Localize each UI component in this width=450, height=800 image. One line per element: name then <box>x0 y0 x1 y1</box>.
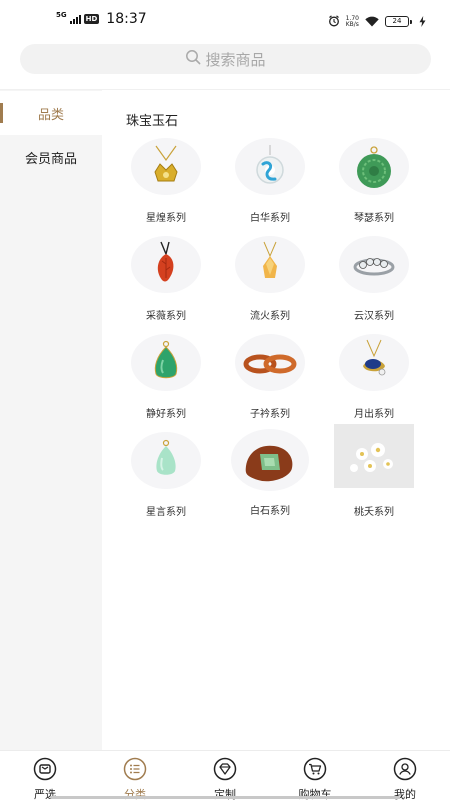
nav-category[interactable]: 分类 <box>100 756 170 800</box>
citrine-pendant-icon <box>235 236 305 293</box>
product-item[interactable]: 白石系列 <box>218 429 322 530</box>
product-label: 琴瑟系列 <box>354 213 394 224</box>
silver-gem-ring-icon <box>339 236 409 293</box>
product-item[interactable]: 桃夭系列 <box>322 424 426 530</box>
search-placeholder: 搜索商品 <box>205 50 266 69</box>
category-sidebar: 品类 会员商品 <box>0 90 102 750</box>
nav-custom[interactable]: 定制 <box>190 756 260 800</box>
sidebar-item-label: 会员商品 <box>24 151 77 167</box>
product-item[interactable]: 星煌系列 <box>114 138 218 236</box>
section-title: 珠宝玉石 <box>126 114 179 129</box>
status-bar: 5G HD 18:37 1.70 KB/s 24 <box>0 0 450 38</box>
sapphire-pendant-icon <box>339 334 409 391</box>
product-label: 桃夭系列 <box>354 507 394 518</box>
bottom-nav: 严选 分类 定制 购物车 我的 <box>0 750 450 800</box>
product-label: 白华系列 <box>250 213 290 224</box>
product-item[interactable]: 流火系列 <box>218 236 322 334</box>
mint-jade-pendant-icon <box>131 432 201 489</box>
red-agate-bangles-icon <box>235 334 305 391</box>
product-item[interactable]: 琴瑟系列 <box>322 138 426 236</box>
nav-mine[interactable]: 我的 <box>370 756 440 800</box>
nav-selected[interactable]: 严选 <box>10 756 80 800</box>
net-speed: 1.70 KB/s <box>345 15 359 28</box>
product-label: 白石系列 <box>250 506 290 517</box>
product-item[interactable]: 白华系列 <box>218 138 322 236</box>
white-flowers-photo-icon <box>334 424 414 488</box>
status-time: 18:37 <box>106 11 147 27</box>
product-item[interactable]: 月出系列 <box>322 334 426 432</box>
user-icon <box>392 756 418 782</box>
green-teardrop-pendant-icon <box>131 334 201 391</box>
cart-icon <box>302 756 328 782</box>
green-carved-jade-pendant-icon <box>339 138 409 195</box>
jade-ring-pendant-icon <box>235 138 305 195</box>
product-item[interactable]: 采薇系列 <box>114 236 218 334</box>
charging-icon <box>419 12 426 31</box>
gold-crown-pendant-icon <box>131 138 201 195</box>
hd-badge: HD <box>83 14 100 24</box>
battery-icon: 24 <box>385 16 412 27</box>
network-type: 5G <box>56 10 67 19</box>
product-item[interactable]: 云汉系列 <box>322 236 426 334</box>
search-input[interactable]: 搜索商品 <box>20 44 431 74</box>
product-item[interactable]: 子衿系列 <box>218 334 322 432</box>
sidebar-item-category[interactable]: 品类 <box>0 91 102 135</box>
product-label: 月出系列 <box>354 409 394 420</box>
green-inlay-stone-icon <box>231 429 309 491</box>
home-indicator[interactable] <box>50 796 400 799</box>
search-icon <box>185 49 201 69</box>
product-label: 云汉系列 <box>354 311 394 322</box>
sidebar-item-member-products[interactable]: 会员商品 <box>0 135 102 179</box>
product-label: 子衿系列 <box>250 409 290 420</box>
product-label: 静好系列 <box>146 409 186 420</box>
product-grid: 星煌系列 白华系列 琴瑟系列 采薇系列 流火系列 云汉系列 静好系列 子衿系列 … <box>114 138 424 530</box>
product-item[interactable]: 静好系列 <box>114 334 218 432</box>
alarm-icon <box>328 12 340 31</box>
signal-icon <box>69 14 81 24</box>
product-label: 星言系列 <box>146 507 186 518</box>
list-icon <box>122 756 148 782</box>
product-label: 星煌系列 <box>146 213 186 224</box>
product-item[interactable]: 星言系列 <box>114 432 218 530</box>
net-speed-unit: KB/s <box>345 20 359 28</box>
nav-cart[interactable]: 购物车 <box>280 756 350 800</box>
product-label: 流火系列 <box>250 311 290 322</box>
sidebar-item-label: 品类 <box>37 107 64 123</box>
product-label: 采薇系列 <box>146 311 186 322</box>
red-leaf-pendant-icon <box>131 236 201 293</box>
diamond-icon <box>212 756 238 782</box>
mailbox-icon <box>32 756 58 782</box>
wifi-icon <box>365 12 379 31</box>
